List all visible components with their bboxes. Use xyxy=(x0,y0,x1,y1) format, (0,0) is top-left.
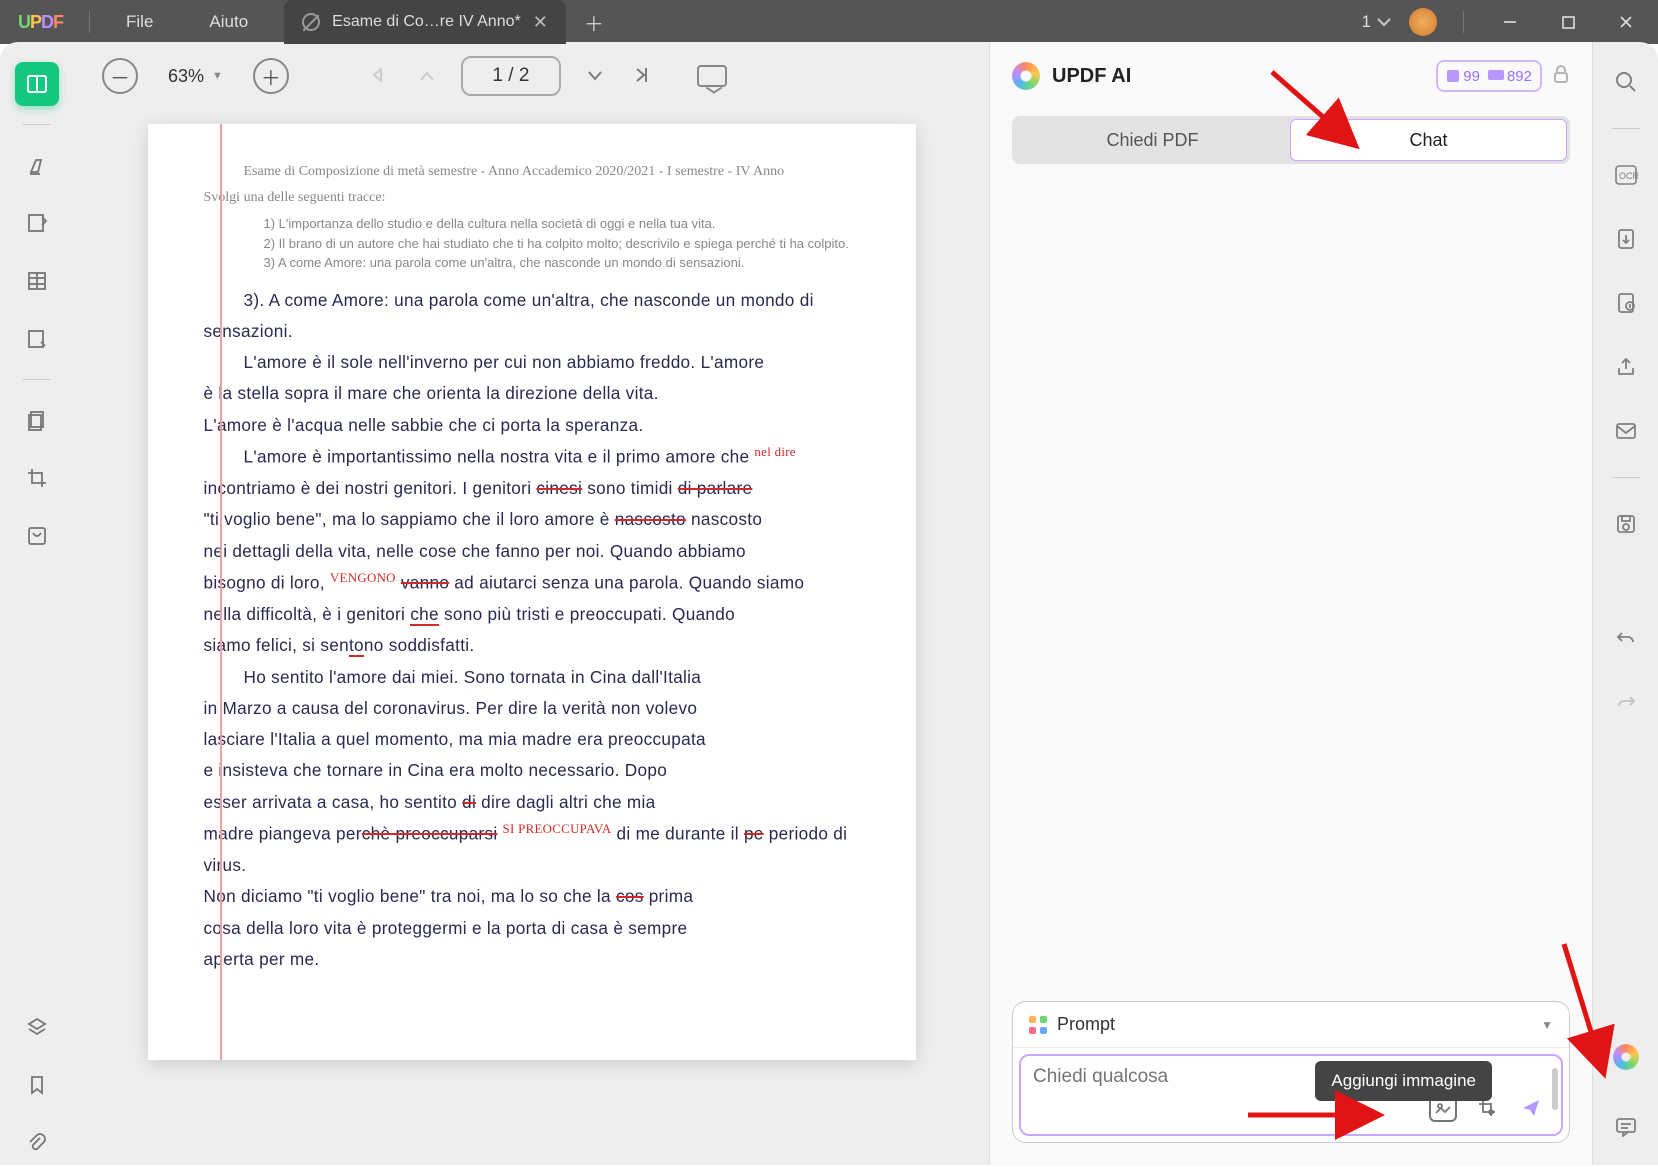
divider xyxy=(1612,128,1640,129)
share-button[interactable] xyxy=(1604,345,1648,389)
mode-chat[interactable]: Chat xyxy=(1290,119,1567,161)
prompt-selector[interactable]: Prompt ▼ xyxy=(1013,1002,1569,1048)
crop-tool[interactable] xyxy=(15,456,59,500)
tab-title: Esame di Co…re IV Anno* xyxy=(332,13,521,31)
page-heading: Esame di Composizione di metà semestre -… xyxy=(204,164,860,180)
add-image-tooltip: Aggiungi immagine xyxy=(1315,1061,1492,1101)
page-instruction: Svolgi una delle seguenti tracce: xyxy=(204,190,860,206)
pdf-page: Esame di Composizione di metà semestre -… xyxy=(148,124,916,1060)
svg-text:OCR: OCR xyxy=(1619,171,1638,181)
divider xyxy=(1612,477,1640,478)
page-selector[interactable]: 1 xyxy=(1362,12,1391,32)
ocr-button[interactable]: OCR xyxy=(1604,153,1648,197)
mode-ask-pdf[interactable]: Chiedi PDF xyxy=(1015,119,1290,161)
document-toolbar: － 63%▼ ＋ 1 / 2 xyxy=(74,42,989,110)
document-area: － 63%▼ ＋ 1 / 2 Esame di Composizione di … xyxy=(74,42,989,1165)
edit-tool[interactable] xyxy=(15,317,59,361)
right-toolbar: OCR xyxy=(1592,42,1658,1165)
lock-icon[interactable] xyxy=(1552,64,1570,89)
essay-body: 3). A come Amore: una parola come un'alt… xyxy=(204,285,860,976)
redo-button[interactable] xyxy=(1604,680,1648,724)
email-button[interactable] xyxy=(1604,409,1648,453)
ai-panel-header: UPDF AI 99 892 xyxy=(990,42,1592,110)
chevron-down-icon: ▼ xyxy=(1541,1018,1553,1032)
layers-button[interactable] xyxy=(15,1005,59,1049)
doc-credit-icon xyxy=(1446,69,1460,83)
reader-mode-button[interactable] xyxy=(15,62,59,106)
menu-file[interactable]: File xyxy=(98,12,181,32)
first-page-button[interactable] xyxy=(363,60,393,93)
next-page-button[interactable] xyxy=(581,60,609,93)
close-tab-icon[interactable]: ✕ xyxy=(533,12,548,33)
search-button[interactable] xyxy=(1604,60,1648,104)
last-page-button[interactable] xyxy=(629,60,659,93)
zoom-out-button[interactable]: － xyxy=(102,58,138,94)
ai-panel-title: UPDF AI xyxy=(1052,65,1131,88)
redact-tool[interactable] xyxy=(15,514,59,558)
save-button[interactable] xyxy=(1604,502,1648,546)
comment-panel-button[interactable] xyxy=(1604,1105,1648,1149)
protect-button[interactable] xyxy=(1604,281,1648,325)
ai-chat-body xyxy=(990,170,1592,1001)
chevron-down-icon xyxy=(1377,17,1391,27)
send-button[interactable] xyxy=(1517,1094,1545,1122)
close-window-button[interactable] xyxy=(1606,4,1646,40)
left-toolbar xyxy=(0,42,74,1165)
zoom-in-button[interactable]: ＋ xyxy=(253,58,289,94)
maximize-button[interactable] xyxy=(1548,4,1588,40)
bookmark-button[interactable] xyxy=(15,1063,59,1107)
separator xyxy=(1463,11,1464,33)
no-preview-icon xyxy=(302,13,320,31)
export-button[interactable] xyxy=(1604,217,1648,261)
chat-credit-icon xyxy=(1488,70,1504,82)
new-tab-button[interactable]: ＋ xyxy=(584,8,604,37)
menu-help[interactable]: Aiuto xyxy=(181,12,276,32)
form-tool[interactable] xyxy=(15,259,59,303)
ai-panel: UPDF AI 99 892 Chiedi PDF Chat Prompt ▼ xyxy=(989,42,1592,1165)
ai-mode-toggle: Chiedi PDF Chat xyxy=(1012,116,1570,164)
organize-pages-tool[interactable] xyxy=(15,398,59,442)
ai-credits-badge[interactable]: 99 892 xyxy=(1436,60,1542,92)
document-tab[interactable]: Esame di Co…re IV Anno* ✕ xyxy=(284,0,566,44)
minimize-button[interactable] xyxy=(1490,4,1530,40)
updf-ai-logo-icon xyxy=(1012,62,1040,90)
updf-logo: UPDF xyxy=(0,12,81,33)
prev-page-button[interactable] xyxy=(413,60,441,93)
ai-launcher-button[interactable] xyxy=(1604,1035,1648,1079)
divider xyxy=(23,379,51,380)
undo-button[interactable] xyxy=(1604,616,1648,660)
highlight-tool[interactable] xyxy=(15,143,59,187)
attachment-button[interactable] xyxy=(15,1121,59,1165)
annotate-tool[interactable] xyxy=(15,201,59,245)
presentation-button[interactable] xyxy=(697,65,727,87)
document-viewport[interactable]: Esame di Composizione di metà semestre -… xyxy=(74,110,989,1165)
page-number-input[interactable]: 1 / 2 xyxy=(461,56,561,96)
prompt-list: 1) L'importanza dello studio e della cul… xyxy=(204,214,860,273)
separator xyxy=(89,11,90,33)
zoom-level-selector[interactable]: 63%▼ xyxy=(158,66,233,87)
scrollbar-thumb[interactable] xyxy=(1552,1068,1558,1110)
divider xyxy=(23,124,51,125)
user-avatar[interactable] xyxy=(1409,8,1437,36)
titlebar: UPDF File Aiuto Esame di Co…re IV Anno* … xyxy=(0,0,1658,44)
prompt-label: Prompt xyxy=(1057,1014,1115,1035)
prompt-dots-icon xyxy=(1029,1016,1047,1034)
margin-line xyxy=(220,124,222,1060)
